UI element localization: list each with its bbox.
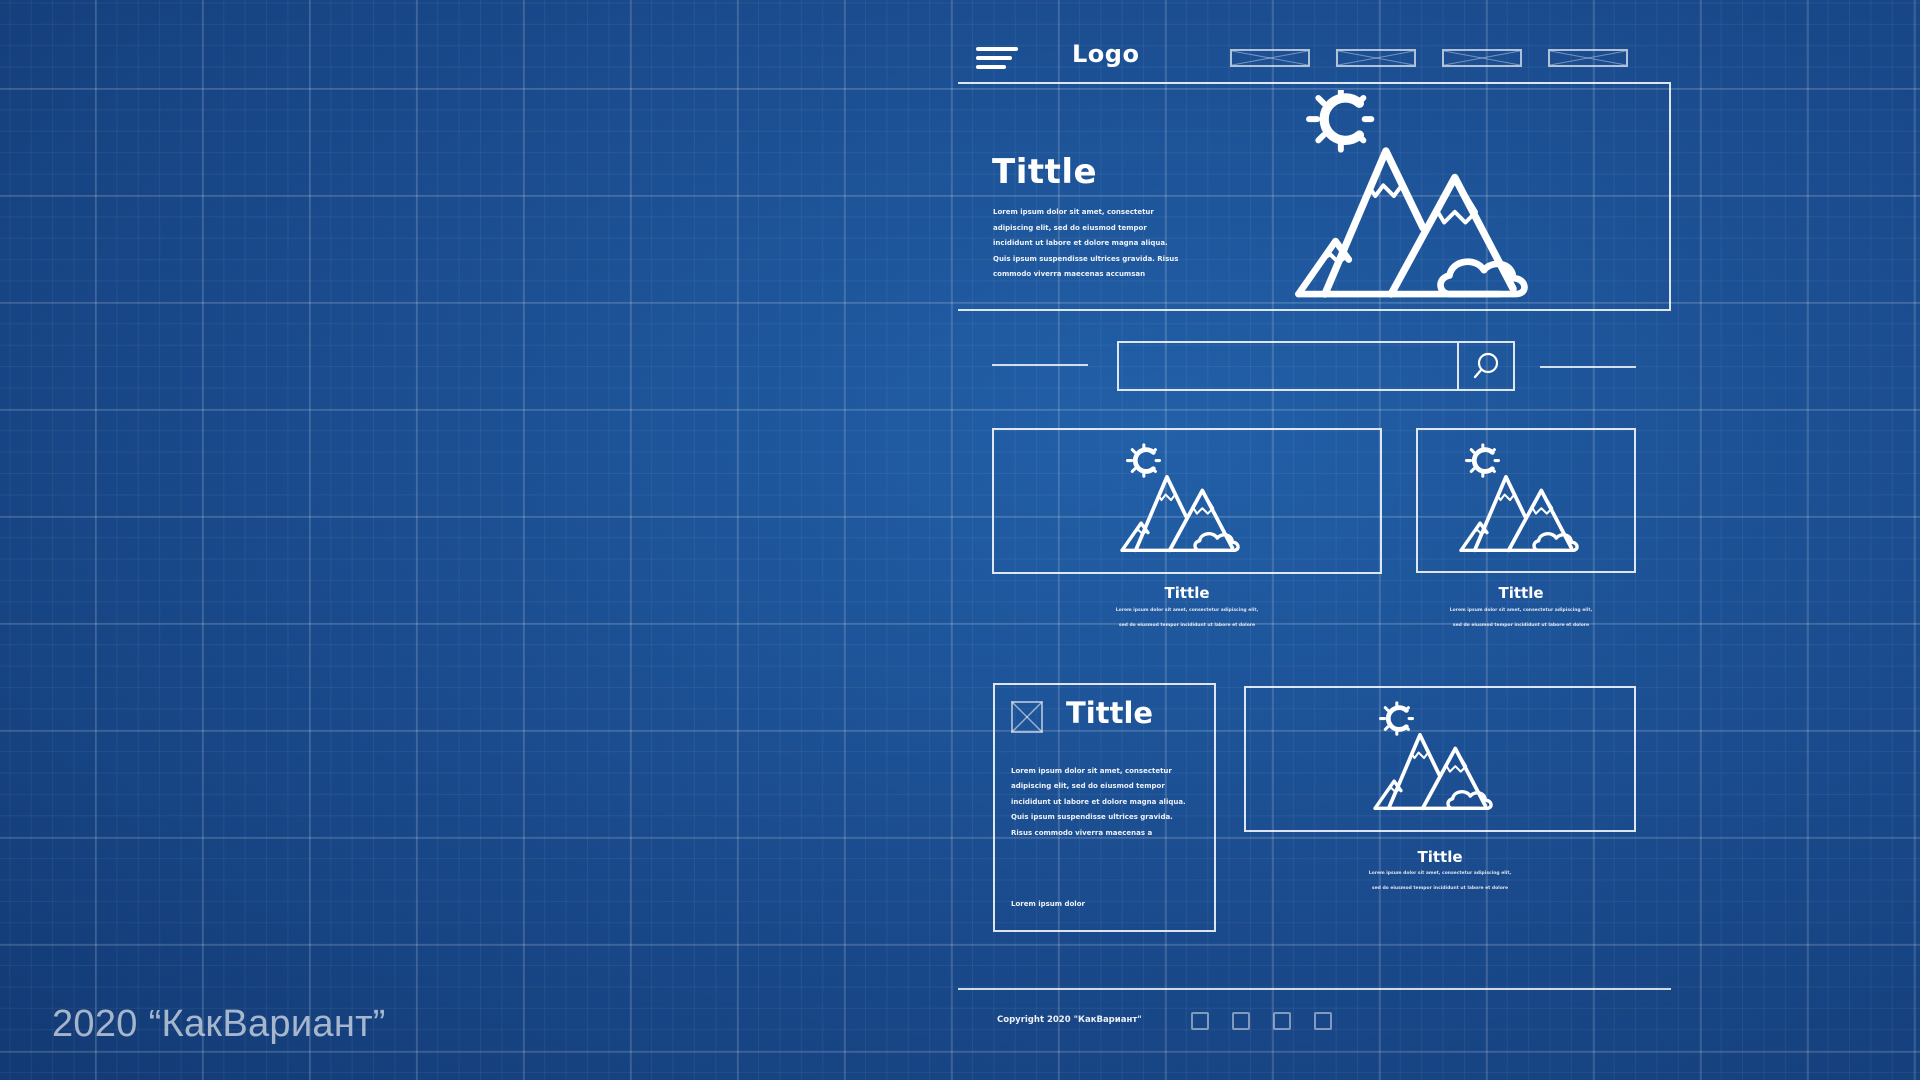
text-card-text: Lorem ipsum dolor sit amet, consectetur …	[1011, 767, 1186, 837]
hero-title: Tittle	[992, 152, 1098, 192]
image-placeholder-icon	[1011, 701, 1043, 733]
placeholder-x-icon	[1232, 51, 1308, 65]
search-bar	[1117, 341, 1515, 391]
search-input[interactable]	[1119, 343, 1457, 389]
social-icon-2[interactable]	[1232, 1012, 1250, 1030]
divider-line	[992, 364, 1088, 366]
nav-item-4[interactable]	[1548, 49, 1628, 67]
placeholder-x-icon	[1550, 51, 1626, 65]
nav-item-2[interactable]	[1336, 49, 1416, 67]
footer-divider	[958, 988, 1671, 990]
mountain-sun-icon	[1118, 440, 1254, 560]
nav-item-1[interactable]	[1230, 49, 1310, 67]
card-text: Lorem ipsum dolor sit amet, consectetur …	[1449, 608, 1593, 628]
card-title: Tittle	[1498, 584, 1544, 602]
mountain-sun-icon	[1371, 698, 1507, 818]
menu-icon[interactable]	[976, 47, 1020, 73]
social-icon-3[interactable]	[1273, 1012, 1291, 1030]
search-icon	[1473, 352, 1499, 379]
text-card-title: Tittle	[1066, 696, 1154, 730]
mountain-sun-icon	[1457, 440, 1593, 560]
social-icon-4[interactable]	[1314, 1012, 1332, 1030]
nav-item-3[interactable]	[1442, 49, 1522, 67]
watermark: 2020 “КакВариант”	[52, 1003, 386, 1045]
search-button[interactable]	[1457, 343, 1513, 389]
text-card-footer: Lorem ipsum dolor	[1011, 900, 1085, 908]
hero-text: Lorem ipsum dolor sit amet, consectetur …	[993, 208, 1179, 279]
card-title: Tittle	[1417, 848, 1463, 866]
divider-line	[1540, 366, 1636, 368]
mountain-sun-icon	[1288, 90, 1558, 302]
logo[interactable]: Logo	[1072, 40, 1139, 68]
placeholder-x-icon	[1444, 51, 1520, 65]
copyright-text: Copyright 2020 "КакВариант"	[997, 1015, 1142, 1025]
card-title: Tittle	[1164, 584, 1210, 602]
card-text: Lorem ipsum dolor sit amet, consectetur …	[1368, 871, 1512, 891]
social-icon-1[interactable]	[1191, 1012, 1209, 1030]
card-text: Lorem ipsum dolor sit amet, consectetur …	[1115, 608, 1259, 628]
placeholder-x-icon	[1338, 51, 1414, 65]
